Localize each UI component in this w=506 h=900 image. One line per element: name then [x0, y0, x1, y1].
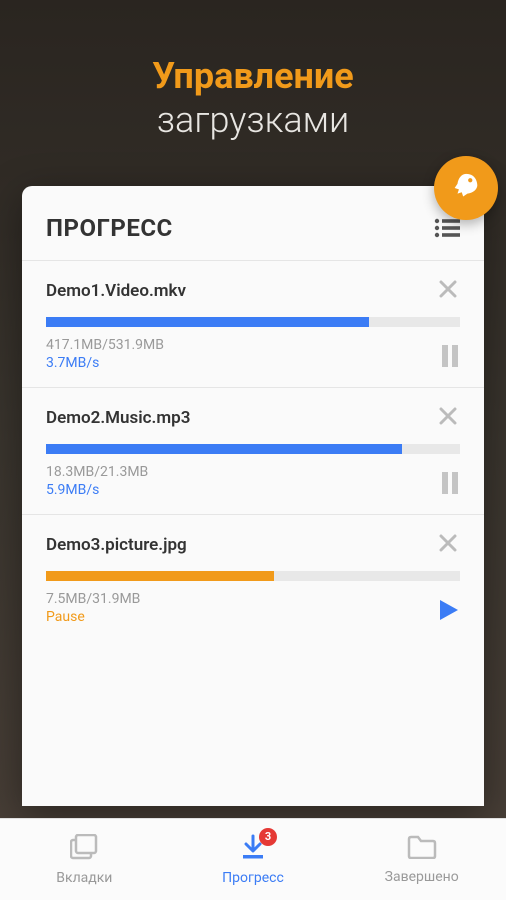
- progress-fill: [46, 317, 369, 327]
- pause-icon: [440, 472, 460, 498]
- nav-done-label: Завершено: [385, 869, 459, 885]
- download-size: 18.3MB/21.3MB: [46, 464, 148, 480]
- progress-fill: [46, 571, 274, 581]
- hero-banner: Управление загрузками: [0, 0, 506, 171]
- hero-subtitle: загрузками: [20, 99, 486, 141]
- download-speed: Pause: [46, 609, 140, 625]
- download-item: Demo1.Video.mkv 417.1MB/531.9MB 3.7MB/s: [22, 260, 484, 387]
- cancel-download-button[interactable]: [436, 279, 460, 303]
- nav-progress[interactable]: 3 Прогресс: [169, 819, 338, 900]
- download-stats: 417.1MB/531.9MB 3.7MB/s: [46, 337, 164, 371]
- hero-title: Управление: [20, 55, 486, 97]
- folder-icon: [407, 835, 437, 863]
- list-view-button[interactable]: [434, 218, 460, 238]
- nav-tabs-label: Вкладки: [56, 870, 112, 886]
- bottom-nav: Вкладки 3 Прогресс Завершено: [0, 818, 506, 900]
- close-icon: [439, 406, 457, 431]
- download-item: Demo2.Music.mp3 18.3MB/21.3MB 5.9MB/s: [22, 387, 484, 514]
- progress-badge: 3: [259, 828, 277, 846]
- progress-bar: [46, 317, 460, 327]
- card-title: ПРОГРЕСС: [46, 214, 173, 242]
- download-size: 7.5MB/31.9MB: [46, 591, 140, 607]
- download-item: Demo3.picture.jpg 7.5MB/31.9MB Pause: [22, 514, 484, 641]
- rocket-icon: [449, 171, 483, 205]
- download-stats: 18.3MB/21.3MB 5.9MB/s: [46, 464, 148, 498]
- close-icon: [439, 279, 457, 304]
- progress-bar: [46, 444, 460, 454]
- progress-fill: [46, 444, 402, 454]
- rocket-badge[interactable]: [434, 156, 498, 220]
- close-icon: [439, 533, 457, 558]
- list-icon: [434, 218, 460, 238]
- download-filename: Demo2.Music.mp3: [46, 408, 190, 428]
- download-stats: 7.5MB/31.9MB Pause: [46, 591, 140, 625]
- nav-tabs[interactable]: Вкладки: [0, 819, 169, 900]
- cancel-download-button[interactable]: [436, 533, 460, 557]
- download-size: 417.1MB/531.9MB: [46, 337, 164, 353]
- download-icon: 3: [239, 834, 267, 864]
- pause-icon: [440, 345, 460, 371]
- pause-button[interactable]: [440, 345, 460, 371]
- card-header: ПРОГРЕСС: [22, 186, 484, 260]
- progress-bar: [46, 571, 460, 581]
- play-icon: [438, 599, 460, 625]
- download-speed: 5.9MB/s: [46, 482, 148, 498]
- nav-done[interactable]: Завершено: [337, 819, 506, 900]
- cancel-download-button[interactable]: [436, 406, 460, 430]
- nav-progress-label: Прогресс: [222, 870, 284, 886]
- resume-button[interactable]: [438, 599, 460, 625]
- pause-button[interactable]: [440, 472, 460, 498]
- download-filename: Demo3.picture.jpg: [46, 535, 187, 555]
- download-speed: 3.7MB/s: [46, 355, 164, 371]
- tabs-icon: [70, 834, 98, 864]
- progress-card: ПРОГРЕСС Demo1.Video.mkv 417.1MB/531.9MB 3…: [22, 186, 484, 806]
- download-filename: Demo1.Video.mkv: [46, 281, 186, 301]
